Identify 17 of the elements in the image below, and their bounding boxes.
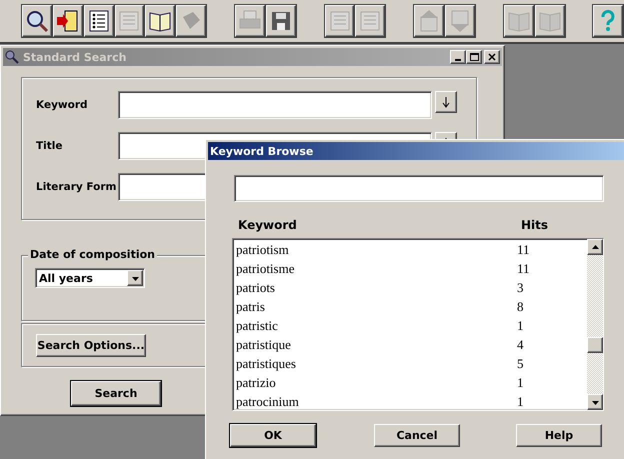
column-header: Keyword	[238, 218, 298, 232]
hits-cell: 3	[517, 280, 524, 296]
hits-cell: 5	[517, 356, 524, 372]
hits-cell: 1	[517, 394, 524, 410]
hits-cell: 8	[517, 298, 524, 314]
dialog-title: Keyword Browse	[210, 144, 314, 158]
field-label: Title	[36, 140, 64, 152]
hits-cell: 11	[517, 260, 530, 276]
field-label: Literary Form	[36, 181, 116, 193]
field-label: Keyword	[36, 99, 89, 111]
hits-cell: 1	[517, 318, 524, 334]
column-header: Hits	[521, 218, 548, 232]
hits-cell: 11	[517, 242, 530, 258]
group-label: Date of composition	[28, 248, 157, 261]
hits-cell: 1	[517, 374, 524, 390]
window-title: Standard Search	[23, 50, 128, 64]
hits-cell: 4	[517, 336, 524, 352]
